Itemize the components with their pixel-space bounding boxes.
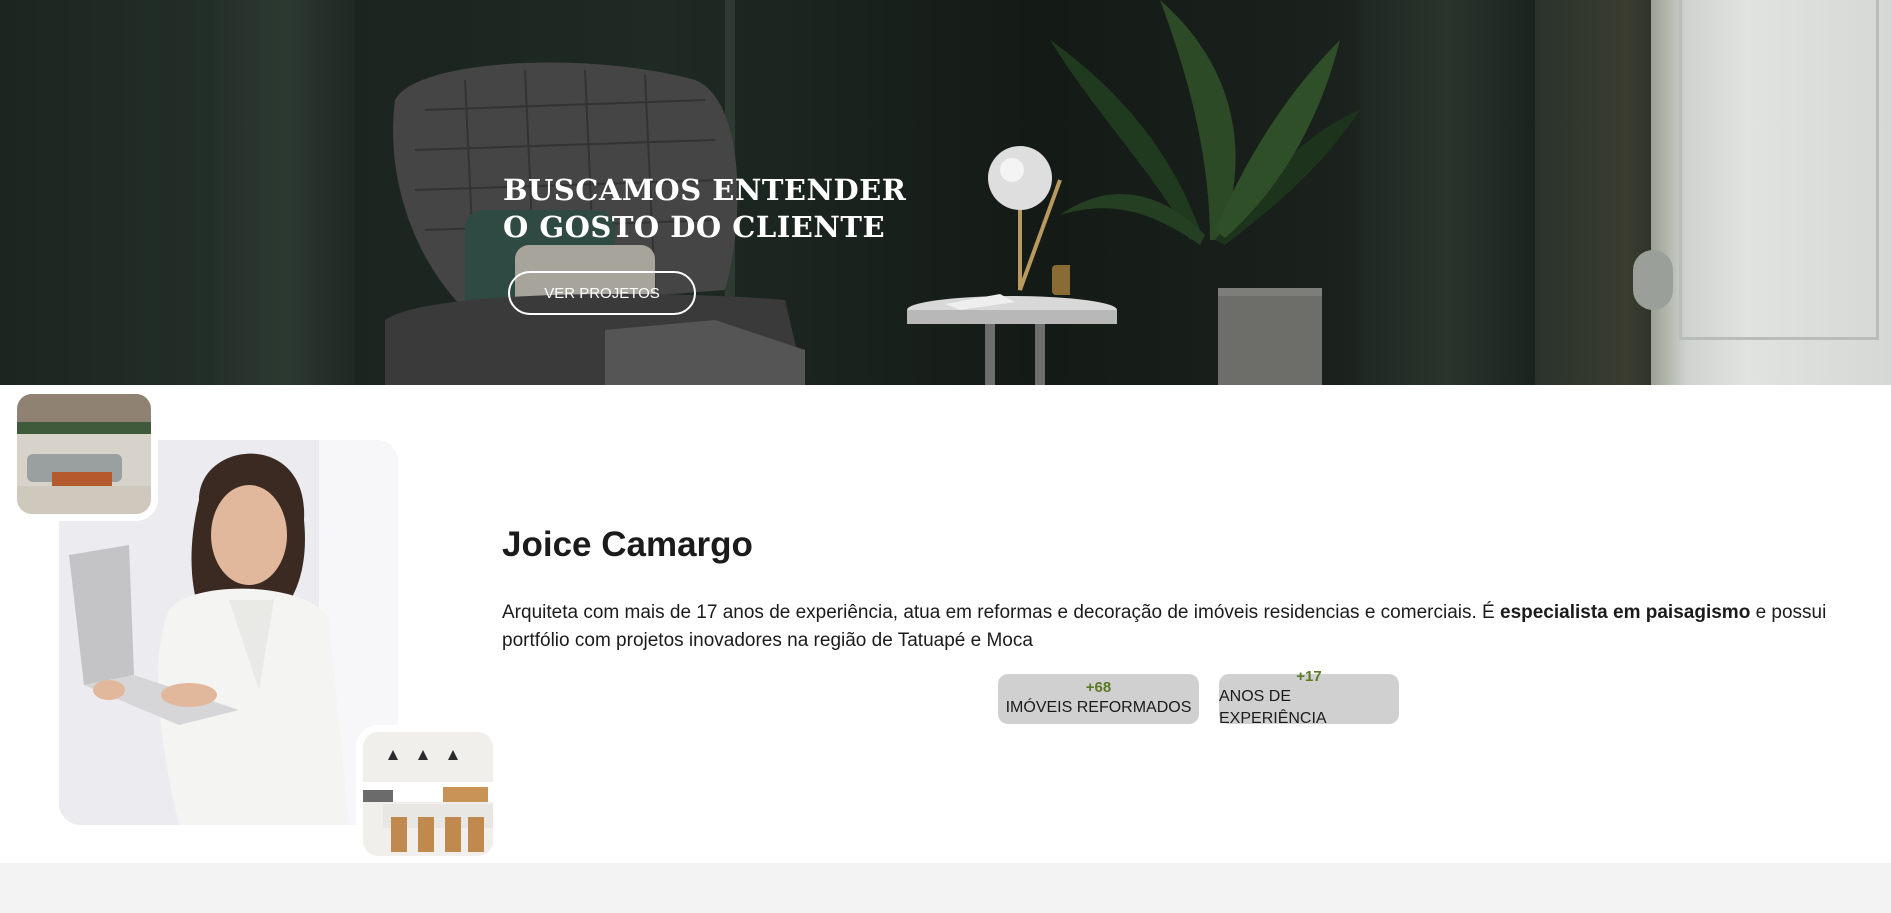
kitchen-thumbnail <box>356 725 500 863</box>
door-handle <box>1633 250 1673 310</box>
living-room-illustration <box>17 394 151 514</box>
kitchen-illustration <box>363 732 493 856</box>
door-image <box>1651 0 1891 385</box>
about-section: Joice Camargo Arquiteta com mais de 17 a… <box>0 385 1891 863</box>
bio-text-start: Arquiteta com mais de 17 anos de experiê… <box>502 602 1500 623</box>
hero-title-line-1: BUSCAMOS ENTENDER <box>503 173 907 207</box>
door-panel <box>1679 0 1879 340</box>
stat-label: ANOS DE EXPERIÊNCIA <box>1219 688 1327 727</box>
stat-value: +17 <box>1296 668 1322 685</box>
view-projects-button[interactable]: VER PROJETOS <box>508 271 696 315</box>
lamp-image <box>988 146 1070 295</box>
side-table-image <box>907 294 1117 385</box>
hero-banner: BUSCAMOS ENTENDER O GOSTO DO CLIENTE VER… <box>0 0 1891 385</box>
hero-background-image <box>215 0 355 385</box>
architect-name: Joice Camargo <box>502 525 753 564</box>
stat-years-experience: +17 ANOS DE EXPERIÊNCIA <box>1219 668 1399 727</box>
bio-highlight: especialista em paisagismo <box>1500 602 1751 623</box>
wall-panel <box>1360 0 1535 385</box>
stat-properties-renovated: +68 IMÓVEIS REFORMADOS <box>998 674 1199 724</box>
architect-bio: Arquiteta com mais de 17 anos de experiê… <box>502 599 1877 655</box>
stat-label: IMÓVEIS REFORMADOS <box>1005 699 1192 716</box>
living-room-thumbnail <box>10 387 158 521</box>
stat-value: +68 <box>1085 679 1112 696</box>
hero-title-line-2: O GOSTO DO CLIENTE <box>503 210 886 244</box>
hero-title: BUSCAMOS ENTENDER O GOSTO DO CLIENTE <box>503 172 906 246</box>
